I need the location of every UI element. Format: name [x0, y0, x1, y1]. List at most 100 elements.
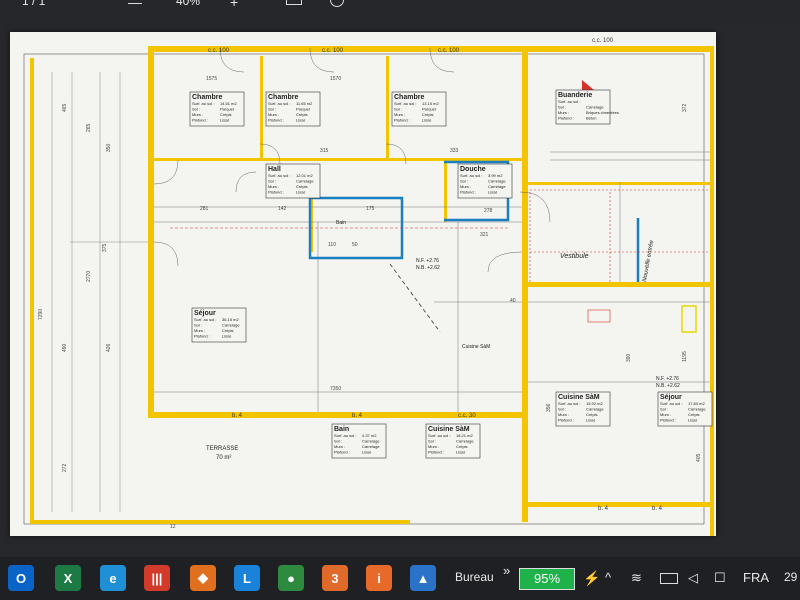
room-field-label: Sol :	[394, 107, 402, 112]
svg-text:265: 265	[86, 123, 92, 132]
room-name: Hall	[268, 166, 281, 173]
room-field-value: 12.01 m2	[296, 173, 313, 178]
svg-text:426: 426	[106, 343, 112, 352]
room-field-label: Murs :	[660, 412, 671, 417]
room-field-label: Murs :	[334, 444, 345, 449]
taskbar-app-excel-icon[interactable]: X	[55, 565, 81, 591]
terrace-area: 70 m²	[216, 455, 231, 461]
room-field-value: Briques cimentées	[586, 110, 619, 115]
svg-text:333: 333	[450, 148, 459, 154]
taskbar-app-edge-icon[interactable]: e	[100, 565, 126, 591]
room-field-value: Crépis	[688, 412, 700, 417]
save-icon[interactable]	[286, 0, 302, 5]
room-field-value: Lissé	[296, 118, 306, 123]
bain-sketch-label: Bain	[336, 220, 346, 226]
notification-icon[interactable]: ☐	[714, 570, 726, 586]
desktop-toolbar-label[interactable]: Bureau	[455, 570, 494, 584]
room-field-label: Surf. au sol :	[394, 101, 416, 106]
taskbar-app-app4-icon[interactable]: i	[366, 565, 392, 591]
room-field-label: Plafond :	[460, 190, 476, 195]
room-field-label: Surf. au sol :	[268, 101, 290, 106]
room-field-label: Plafond :	[268, 190, 284, 195]
taskbar-app-outlook-icon[interactable]: O	[8, 565, 34, 591]
wifi-icon[interactable]: ≋	[631, 570, 642, 586]
room-field-value: Béton	[586, 116, 596, 121]
chevron-icon[interactable]: »	[503, 563, 510, 578]
room-field-label: Surf. au sol :	[334, 433, 356, 438]
room-field-label: Murs :	[192, 112, 203, 117]
room-field-value: 17.80 m2	[688, 401, 705, 406]
level-nb: N.B. +2.62	[656, 383, 680, 389]
svg-text:372: 372	[682, 103, 688, 112]
cc-label: c.c. 100	[438, 48, 460, 54]
level-nf: N.F. +2.76	[656, 376, 679, 382]
page-indicator[interactable]: 1 / 1	[22, 0, 45, 8]
svg-text:315: 315	[320, 148, 329, 154]
language-indicator[interactable]: FRA	[743, 570, 769, 585]
room-label-box: ChambreSurf. au sol : 14.51 m2 Sol : Parque…	[189, 91, 245, 127]
battery-icon[interactable]	[660, 573, 678, 584]
room-field-value: 15.92 m2	[586, 401, 603, 406]
room-field-value: Crépis	[586, 412, 598, 417]
room-field-value: Carrelage	[688, 407, 706, 412]
cc-label: c.c. 100	[322, 48, 344, 54]
room-label-box: BuanderieSurf. au sol :Sol : Carrelage Mur…	[555, 89, 619, 125]
cc-label: c.c. 100	[592, 38, 614, 44]
room-field-value: 11.65 m2	[296, 101, 313, 106]
taskbar-app-l-icon[interactable]: L	[234, 565, 260, 591]
chevron-up-icon[interactable]: ^	[605, 570, 611, 585]
room-field-label: Surf. au sol :	[194, 317, 216, 322]
taskbar-app-chrome-icon[interactable]: ●	[278, 565, 304, 591]
taskbar-app-shield-icon[interactable]: ◆	[190, 565, 216, 591]
room-field-value: Lissé	[422, 118, 432, 123]
battery-indicator[interactable]: 95%	[519, 568, 575, 590]
taskbar-app-photos-icon[interactable]: ▲	[410, 565, 436, 591]
zoom-out-button[interactable]: —	[128, 0, 142, 10]
room-field-value: Lissé	[456, 450, 466, 455]
room-name: Douche	[460, 166, 486, 173]
room-field-label: Murs :	[558, 110, 569, 115]
cc-label: c.c. 100	[208, 48, 230, 54]
taskbar-app-app3-icon[interactable]: 3	[322, 565, 348, 591]
draw-icon[interactable]	[330, 0, 344, 7]
zoom-level[interactable]: 40%	[176, 0, 200, 8]
svg-text:2770: 2770	[86, 271, 92, 282]
zoom-in-button[interactable]: +	[230, 0, 238, 10]
room-label-box: ChambreSurf. au sol : 13.15 m2 Sol : Parque…	[391, 91, 447, 127]
room-field-value: Lissé	[220, 118, 230, 123]
vestibule-label: Vestibule	[560, 253, 589, 260]
clock[interactable]: 29	[784, 570, 797, 584]
viewer-toolbar: 1 / 1 — 40% +	[0, 0, 800, 22]
room-field-label: Sol :	[194, 323, 202, 328]
room-field-value: Crépis	[422, 112, 434, 117]
room-field-label: Sol :	[268, 179, 276, 184]
room-field-value: 36.15 m2	[222, 317, 239, 322]
room-label-box: SéjourSurf. au sol : 36.15 m2 Sol : Carrela…	[191, 307, 247, 343]
room-field-label: Plafond :	[334, 450, 350, 455]
room-field-value: Crépis	[220, 112, 232, 117]
room-name: Buanderie	[558, 92, 592, 99]
room-field-label: Sol :	[660, 407, 668, 412]
svg-text:1195: 1195	[682, 351, 688, 362]
taskbar-app-library-icon[interactable]: |||	[144, 565, 170, 591]
cc-label: c.c. 30	[458, 413, 476, 419]
svg-text:405: 405	[696, 453, 702, 462]
room-field-value: Carrelage	[488, 179, 506, 184]
svg-text:356: 356	[546, 403, 552, 412]
room-field-value: Crépis	[296, 184, 308, 189]
room-field-label: Surf. au sol :	[558, 401, 580, 406]
speaker-icon[interactable]: ◁	[688, 570, 698, 586]
room-label-box: ChambreSurf. au sol : 11.65 m2 Sol : Parque…	[265, 91, 321, 127]
svg-text:12: 12	[170, 524, 176, 530]
room-name: Cuisine SàM	[428, 426, 470, 433]
room-name: Séjour	[660, 394, 682, 401]
room-field-label: Plafond :	[194, 334, 210, 339]
room-field-label: Plafond :	[558, 116, 574, 121]
room-name: Chambre	[192, 94, 222, 101]
room-field-label: Plafond :	[558, 418, 574, 423]
room-field-label: Sol :	[268, 107, 276, 112]
svg-text:278: 278	[484, 208, 493, 214]
svg-text:390: 390	[626, 353, 632, 362]
floor-plan: 1570 1575 7290 465 426 7350 2770 175 281…	[23, 38, 714, 536]
level-nf: N.F. +2.76	[416, 258, 439, 264]
